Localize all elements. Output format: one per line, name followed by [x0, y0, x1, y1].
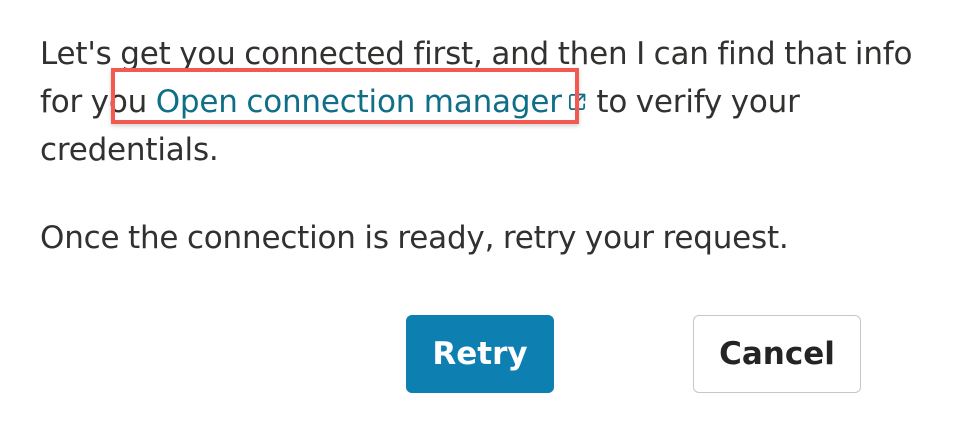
message-paragraph-retry: Once the connection is ready, retry your…: [40, 220, 789, 256]
link-label: Open connection manager: [155, 84, 562, 120]
cancel-button[interactable]: Cancel: [693, 315, 861, 393]
open-connection-manager-link[interactable]: Open connection manager: [156, 84, 588, 120]
retry-button[interactable]: Retry: [406, 315, 554, 393]
connection-dialog: Let's get you connected first, and then …: [0, 0, 966, 434]
external-link-icon: [568, 93, 586, 111]
dialog-message: Let's get you connected first, and then …: [40, 30, 940, 262]
message-paragraph-connect: Let's get you connected first, and then …: [40, 30, 940, 174]
